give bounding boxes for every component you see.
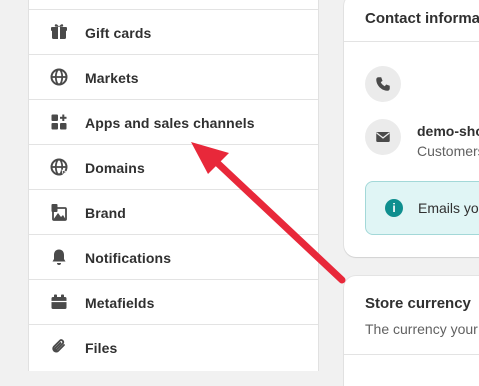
sidebar-item-gift-cards[interactable]: Gift cards xyxy=(29,9,318,54)
info-banner: i Emails you xyxy=(365,181,479,235)
card-divider xyxy=(344,41,479,42)
globe-icon xyxy=(49,67,69,87)
metafields-icon xyxy=(49,292,69,312)
settings-sidebar: Gift cards Markets Apps and sales channe… xyxy=(28,0,319,371)
email-icon xyxy=(365,119,401,155)
sidebar-item-label: Domains xyxy=(85,160,145,176)
brand-icon xyxy=(49,202,69,222)
card-divider xyxy=(344,354,479,355)
phone-icon xyxy=(365,66,401,102)
sidebar-item-label: Gift cards xyxy=(85,25,152,41)
bell-icon xyxy=(49,247,69,267)
sidebar-item-label: Notifications xyxy=(85,250,172,266)
info-banner-text: Emails you xyxy=(418,200,479,216)
sidebar-item-label: Metafields xyxy=(85,295,155,311)
domains-globe-icon xyxy=(49,157,69,177)
sidebar-item-label: Apps and sales channels xyxy=(85,115,255,131)
info-icon: i xyxy=(385,199,403,217)
store-email-description: Customers xyxy=(417,143,479,159)
sidebar-item-markets[interactable]: Markets xyxy=(29,54,318,99)
sidebar-item-notifications[interactable]: Notifications xyxy=(29,234,318,279)
sidebar-item-label: Files xyxy=(85,340,118,356)
sidebar-item-brand[interactable]: Brand xyxy=(29,189,318,234)
sidebar-item-metafields[interactable]: Metafields xyxy=(29,279,318,324)
store-currency-card: Store currency The currency your xyxy=(344,276,479,386)
settings-nav-list: Gift cards Markets Apps and sales channe… xyxy=(29,9,318,369)
sidebar-item-label: Markets xyxy=(85,70,139,86)
card-title: Contact informa xyxy=(365,10,479,27)
apps-icon xyxy=(49,112,69,132)
paperclip-icon xyxy=(49,337,69,357)
card-title: Store currency xyxy=(365,295,471,312)
sidebar-item-apps-and-sales-channels[interactable]: Apps and sales channels xyxy=(29,99,318,144)
gift-card-icon xyxy=(49,22,69,42)
card-description: The currency your xyxy=(365,321,478,337)
sidebar-item-domains[interactable]: Domains xyxy=(29,144,318,189)
contact-information-card: Contact informa demo-sho Customers i Ema… xyxy=(344,0,479,257)
store-email-name: demo-sho xyxy=(417,123,479,139)
sidebar-item-files[interactable]: Files xyxy=(29,324,318,369)
sidebar-item-label: Brand xyxy=(85,205,126,221)
